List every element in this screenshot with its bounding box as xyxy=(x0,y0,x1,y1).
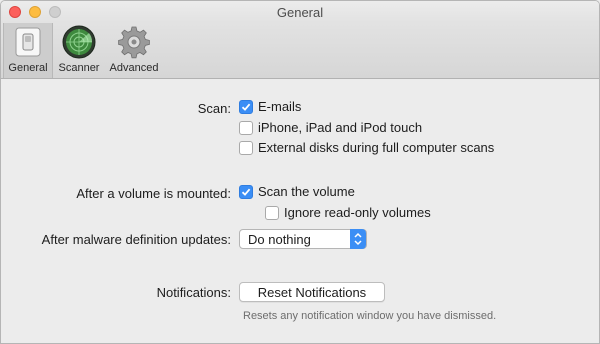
volume-label: After a volume is mounted: xyxy=(76,186,231,201)
scan-volume-option[interactable]: Scan the volume xyxy=(239,184,355,199)
gear-icon xyxy=(117,25,151,59)
general-pane: Scan: E-mails iPhone, iPad and iPod touc… xyxy=(1,79,599,341)
scan-external-disks-checkbox[interactable] xyxy=(239,140,253,155)
updates-label: After malware definition updates: xyxy=(41,232,231,247)
tab-general-label: General xyxy=(8,62,48,74)
title-bar[interactable]: General xyxy=(1,1,599,23)
scan-emails-checkbox[interactable] xyxy=(239,99,253,114)
scan-emails-label: E-mails xyxy=(258,99,302,114)
tab-scanner[interactable]: Scanner xyxy=(53,23,105,78)
scan-volume-checkbox[interactable] xyxy=(239,184,253,199)
ignore-readonly-option[interactable]: Ignore read-only volumes xyxy=(265,205,431,220)
updates-action-value: Do nothing xyxy=(248,231,311,247)
notifications-label: Notifications: xyxy=(156,285,231,300)
tab-advanced[interactable]: Advanced xyxy=(105,23,163,78)
scan-devices-option[interactable]: iPhone, iPad and iPod touch xyxy=(239,120,422,135)
scan-label: Scan: xyxy=(197,101,231,116)
radar-icon xyxy=(62,25,96,59)
tab-general[interactable]: General xyxy=(3,23,53,78)
reset-notifications-button[interactable]: Reset Notifications xyxy=(239,282,385,302)
scan-devices-label: iPhone, iPad and iPod touch xyxy=(258,120,423,135)
checkmark-icon xyxy=(241,103,251,111)
updates-action-select[interactable]: Do nothing xyxy=(239,229,367,249)
checkmark-icon xyxy=(241,188,251,196)
scan-volume-label: Scan the volume xyxy=(258,184,355,199)
scan-emails-option[interactable]: E-mails xyxy=(239,99,301,114)
notifications-hint: Resets any notification window you have … xyxy=(243,310,497,322)
tab-scanner-label: Scanner xyxy=(58,62,100,74)
toolbar: General Scanner Advanced xyxy=(1,23,599,79)
ignore-readonly-checkbox[interactable] xyxy=(265,205,279,220)
general-switch-icon xyxy=(11,25,45,59)
select-arrows-icon xyxy=(350,229,366,249)
scan-external-disks-label: External disks during full computer scan… xyxy=(258,140,495,155)
window-title: General xyxy=(276,5,324,20)
scan-external-disks-option[interactable]: External disks during full computer scan… xyxy=(239,140,494,155)
preferences-window: General General Scanner Advanced Scan: E… xyxy=(0,0,600,344)
tab-advanced-label: Advanced xyxy=(109,62,159,74)
scan-devices-checkbox[interactable] xyxy=(239,120,253,135)
ignore-readonly-label: Ignore read-only volumes xyxy=(284,205,431,220)
